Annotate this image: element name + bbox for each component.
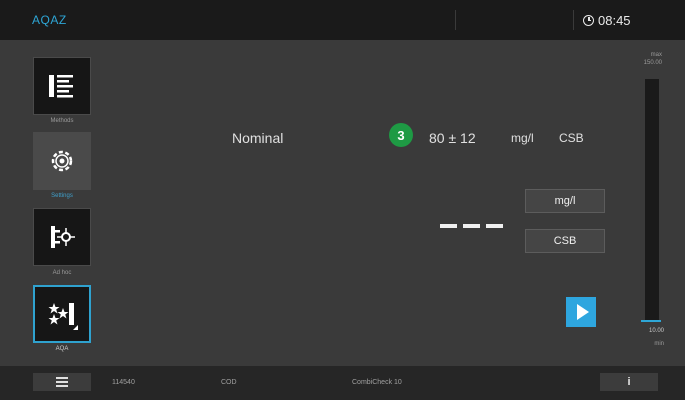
aqa-stars-icon <box>48 303 78 330</box>
app-name: AQAZ <box>32 13 67 27</box>
nominal-unit: mg/l <box>511 131 534 145</box>
scale-min-label: min <box>654 341 664 347</box>
sidebar-item-label: Ad hoc <box>52 270 72 276</box>
title-divider <box>455 10 456 30</box>
start-measurement-button[interactable] <box>566 297 596 327</box>
sidebar-item-methods[interactable] <box>33 57 91 115</box>
status-bar <box>0 366 685 400</box>
play-icon <box>576 304 589 320</box>
gear-icon <box>51 150 73 172</box>
status-standard: CombiCheck 10 <box>352 379 402 386</box>
status-parameter: COD <box>221 379 237 386</box>
clock-divider <box>573 10 574 30</box>
sidebar-item-label: AQA <box>55 346 69 352</box>
status-test-number: 114540 <box>112 379 135 386</box>
result-dash <box>486 224 503 228</box>
clock-time: 08:45 <box>598 12 631 28</box>
clock: 08:45 <box>583 10 631 30</box>
sidebar-item-label: Settings <box>51 193 73 199</box>
scale-min-value: 10.00 <box>648 328 664 334</box>
unit-button[interactable]: mg/l <box>525 189 605 213</box>
menu-button[interactable] <box>33 373 91 391</box>
result-dash <box>440 224 457 228</box>
nominal-label: Nominal <box>232 130 284 146</box>
info-button[interactable]: i <box>600 373 658 391</box>
nominal-value: 80 ± 12 <box>429 130 476 146</box>
result-dash <box>463 224 480 228</box>
result-display <box>440 224 503 228</box>
measurement-scale-bar <box>645 79 659 321</box>
clock-icon <box>583 14 594 26</box>
scale-marker <box>641 320 661 322</box>
scale-max-label: max <box>650 52 662 58</box>
step-badge: 3 <box>389 123 413 147</box>
scale-max-value: 150.00 <box>643 60 662 66</box>
parameter-button[interactable]: CSB <box>525 229 605 253</box>
sidebar-item-label: Methods <box>50 118 74 124</box>
nominal-parameter: CSB <box>559 131 584 145</box>
method-list-icon <box>49 75 73 98</box>
adhoc-icon <box>51 226 75 248</box>
sidebar-item-settings[interactable] <box>33 132 91 190</box>
sidebar-item-aqa[interactable] <box>33 285 91 343</box>
sidebar-item-adhoc[interactable] <box>33 208 91 266</box>
menu-icon <box>56 377 68 379</box>
